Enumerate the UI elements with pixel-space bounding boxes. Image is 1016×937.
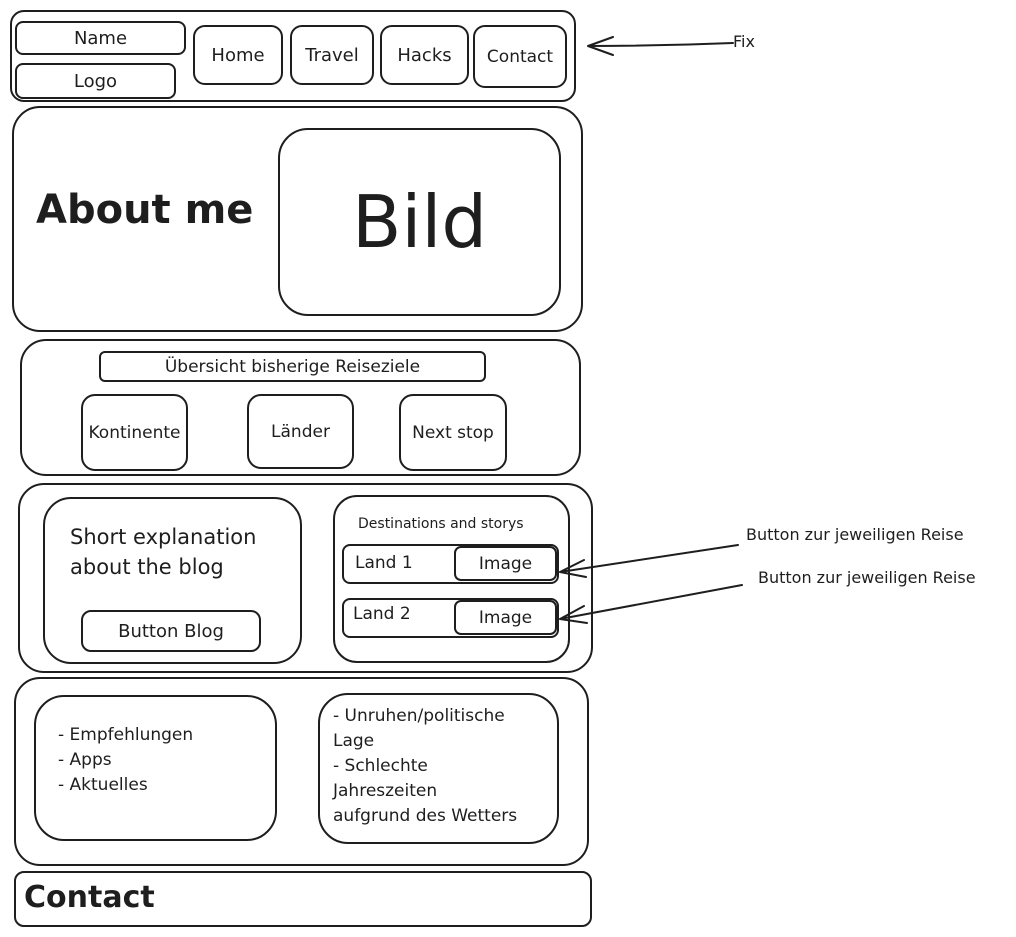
- reise-arrow-2: [559, 584, 743, 624]
- fix-arrow: [587, 36, 734, 56]
- annotation-arrows: [559, 36, 743, 624]
- reise-arrow-1: [559, 544, 739, 578]
